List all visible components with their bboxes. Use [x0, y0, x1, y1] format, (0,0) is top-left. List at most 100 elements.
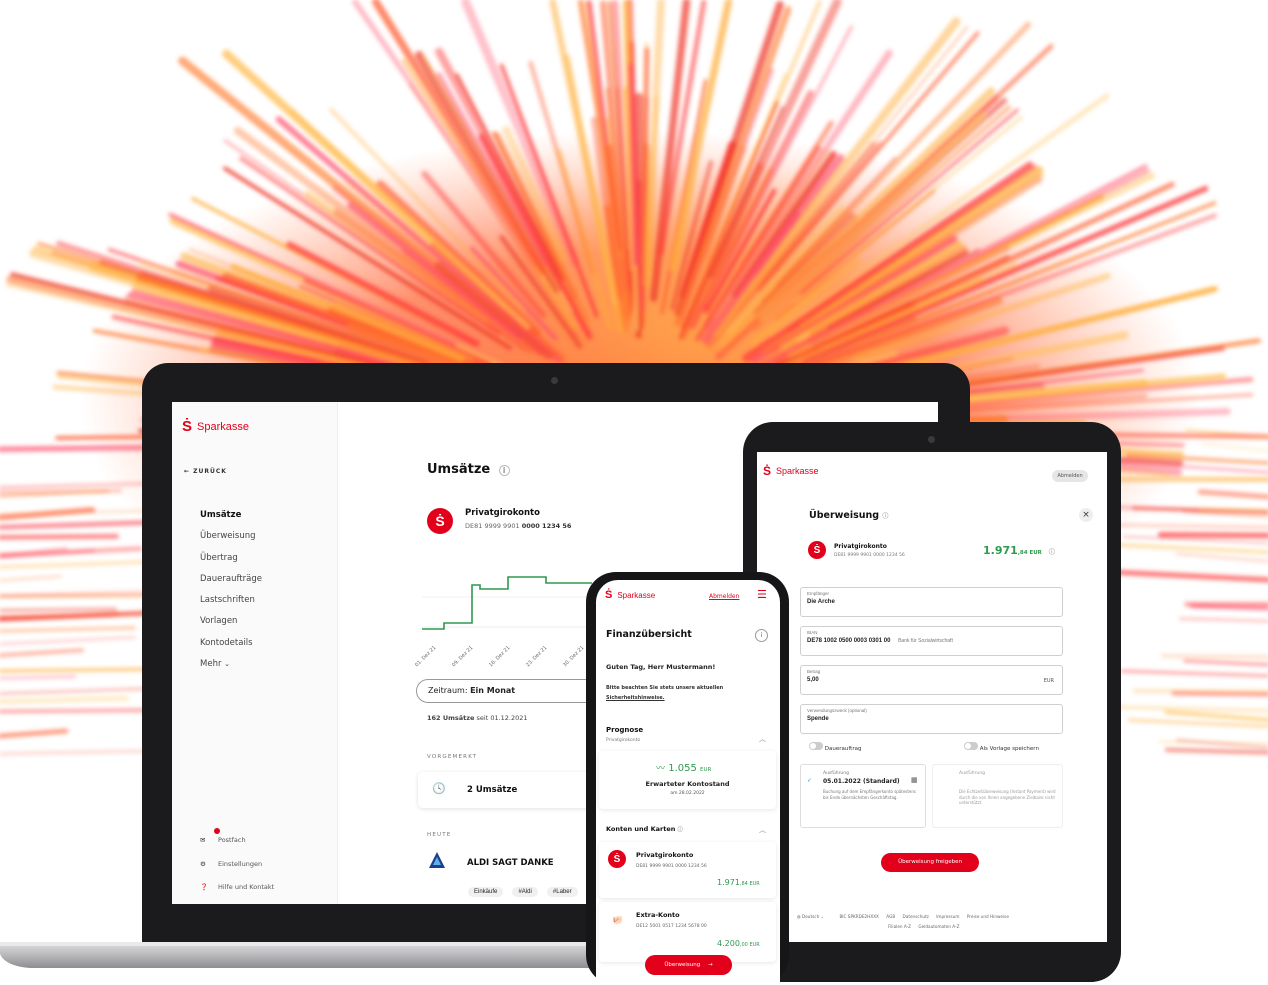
sidebar-bottom-nav: ✉ Postfach ⚙ Einstellungen ❓ Hilfe und Kont…	[200, 829, 274, 900]
sparkasse-logo: Ṡ Sparkasse	[763, 464, 819, 478]
info-icon[interactable]: ⓘ	[1049, 549, 1055, 556]
splash-streak	[1179, 617, 1268, 622]
overview-title: Finanzübersicht	[606, 629, 692, 640]
standing-order-toggle[interactable]: Dauerauftrag	[809, 742, 861, 752]
sidebar-item-kontodetails[interactable]: Kontodetails	[200, 633, 262, 654]
sidebar-item-umsaetze[interactable]: Umsätze	[200, 505, 262, 526]
splash-streak	[1127, 718, 1268, 728]
splash-streak	[1164, 710, 1268, 722]
footer-link[interactable]: Datenschutz	[903, 914, 929, 919]
splash-streak	[0, 667, 163, 673]
footer-link[interactable]: AGB	[886, 914, 895, 919]
pending-card[interactable]: 🕓 2 Umsätze	[418, 772, 608, 808]
sidebar-item-einstellungen[interactable]: ⚙ Einstellungen	[200, 853, 274, 877]
splash-streak	[0, 626, 136, 633]
splash-streak	[1175, 552, 1268, 563]
piggy-bank-icon: 🐖	[612, 916, 624, 926]
account-card[interactable]: Ṡ Privatgirokonto DE81 9999 9901 0000 12…	[599, 842, 776, 898]
splash-streak	[0, 695, 129, 705]
recipient-field[interactable]: Empfänger Die Arche	[800, 587, 1063, 617]
info-icon[interactable]: ⓘ	[678, 827, 683, 833]
forecast-date: am 28.02.2022	[670, 791, 705, 796]
back-link[interactable]: ← ZURÜCK	[184, 468, 227, 475]
sidebar-item-hilfe[interactable]: ❓ Hilfe und Kontakt	[200, 876, 274, 900]
logout-button[interactable]: Abmelden	[1052, 470, 1088, 482]
splash-streak	[0, 708, 146, 714]
purpose-field[interactable]: Verwendungszweck (optional) Spende	[800, 704, 1063, 734]
globe-icon: ◍	[797, 914, 801, 919]
checkmark-icon: ✓	[807, 777, 813, 784]
chevron-up-icon[interactable]: ︿	[759, 734, 766, 744]
footer-row-2: Filialen A-Z Geldautomaten A-Z	[888, 924, 959, 929]
sparkasse-s-icon: Ṡ	[182, 418, 193, 435]
sidebar-item-dauerauftraege[interactable]: Daueraufträge	[200, 569, 262, 590]
release-transfer-button[interactable]: Überweisung freigeben	[881, 853, 979, 872]
sparkasse-logo: Ṡ Sparkasse	[605, 589, 656, 601]
footer-link[interactable]: BIC SPKRDE2HXXX	[839, 914, 879, 919]
menu-icon[interactable]: ☰	[757, 588, 767, 601]
tag-chip[interactable]: #Laber	[546, 887, 578, 897]
splash-streak	[0, 608, 117, 612]
sidebar-item-vorlagen[interactable]: Vorlagen	[200, 611, 262, 632]
sidebar: Ṡ Sparkasse ← ZURÜCK Umsätze Überweisung…	[172, 402, 338, 904]
info-icon[interactable]: i	[498, 465, 510, 476]
gear-icon: ⚙	[200, 859, 206, 868]
sidebar-item-ueberweisung[interactable]: Überweisung	[200, 526, 262, 547]
security-link[interactable]: Sicherheitshinweise.	[606, 695, 665, 701]
tablet-screen: Ṡ Sparkasse Abmelden Überweisung ⓘ × Ṡ P…	[757, 452, 1107, 942]
splash-streak	[1109, 542, 1268, 555]
footer: ◍ Deutsch ⌄ BIC SPKRDE2HXXX AGB Datensch…	[797, 914, 1009, 919]
info-icon[interactable]: i	[755, 629, 768, 642]
forecast-title: Prognose	[606, 726, 644, 734]
amount-field[interactable]: Betrag 5,00 EUR	[800, 665, 1063, 695]
sidebar-item-postfach[interactable]: ✉ Postfach	[200, 829, 274, 853]
tag-chip[interactable]: #Aldi	[512, 887, 538, 897]
forecast-value: 〰 1.055 EUR	[656, 763, 712, 774]
splash-streak	[0, 728, 69, 739]
tag-chip[interactable]: Einkäufe	[468, 887, 504, 897]
footer-link[interactable]: Geldautomaten A-Z	[918, 924, 959, 929]
splash-streak	[0, 749, 165, 755]
footer-link[interactable]: Filialen A-Z	[888, 924, 911, 929]
splash-streak	[1120, 669, 1268, 678]
close-icon[interactable]: ×	[1079, 508, 1093, 522]
transfer-button[interactable]: Überweisung →	[645, 955, 732, 975]
greeting: Guten Tag, Herr Mustermann!	[606, 663, 716, 671]
sidebar-item-mehr[interactable]: Mehr ⌄	[200, 654, 262, 675]
account-sparkasse-icon: Ṡ	[608, 850, 626, 868]
account-balance: 1.971,84 EUR ⓘ	[983, 544, 1055, 557]
sidebar-item-uebertrag[interactable]: Übertrag	[200, 548, 262, 569]
execution-instant-option: Ausführung Die Echtzeitüberweisung (Inst…	[932, 764, 1063, 828]
aldi-logo-icon	[427, 850, 447, 870]
accounts-title: Konten und Karten ⓘ	[606, 825, 683, 833]
transaction-tags: Einkäufe #Aldi #Laber	[468, 878, 582, 897]
splash-streak	[0, 675, 77, 680]
chevron-up-icon[interactable]: ︿	[759, 825, 766, 835]
account-iban: DE81 9999 9901 0000 1234 56	[834, 553, 905, 558]
footer-link[interactable]: Preise und Hinweise	[967, 914, 1009, 919]
iban-field[interactable]: IBAN DE78 1002 0500 0003 0301 00 Bank fü…	[800, 626, 1063, 656]
transfer-title: Überweisung ⓘ	[809, 510, 889, 521]
footer-link[interactable]: Impressum	[936, 914, 959, 919]
page-title: Umsätze i	[427, 462, 510, 477]
splash-streak	[1200, 507, 1268, 513]
account-card[interactable]: 🐖 Extra-Konto DE12 5001 0517 1234 5678 0…	[599, 902, 776, 962]
sparkasse-s-icon: Ṡ	[763, 464, 772, 478]
forecast-card: 〰 1.055 EUR Erwarteter Kontostand am 28.…	[599, 751, 776, 809]
arrow-right-icon: →	[708, 962, 713, 968]
logout-link[interactable]: Abmelden	[709, 593, 739, 600]
splash-streak	[0, 546, 143, 558]
calendar-icon[interactable]: ▦	[911, 776, 918, 784]
sparkasse-s-icon: Ṡ	[605, 589, 613, 601]
trend-icon: 〰	[656, 764, 666, 774]
splash-streak	[1132, 689, 1268, 694]
section-pending: VORGEMERKT	[427, 754, 478, 760]
sidebar-item-lastschriften[interactable]: Lastschriften	[200, 590, 262, 611]
tablet-camera	[928, 436, 935, 443]
save-template-toggle[interactable]: Als Vorlage speichern	[964, 742, 1039, 752]
splash-streak	[1197, 489, 1268, 500]
language-selector[interactable]: ◍ Deutsch ⌄	[797, 914, 824, 919]
execution-standard-option[interactable]: ✓ Ausführung 05.01.2022 (Standard) ▦ Buc…	[800, 764, 926, 828]
info-icon[interactable]: ⓘ	[882, 513, 888, 520]
laptop-camera	[551, 377, 558, 384]
